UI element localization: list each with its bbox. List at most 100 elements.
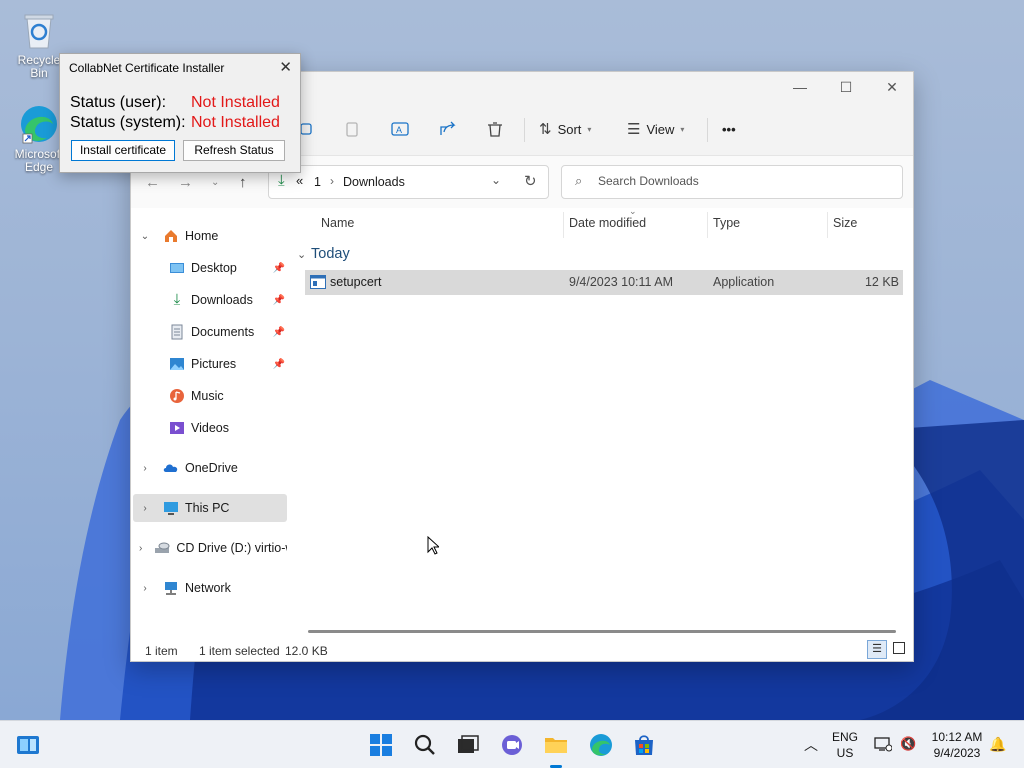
recycle-bin-icon bbox=[22, 10, 56, 50]
search-icon: ⌕ bbox=[575, 173, 583, 188]
pictures-folder-icon bbox=[169, 356, 185, 372]
column-divider[interactable] bbox=[707, 212, 708, 238]
task-view-icon[interactable] bbox=[456, 733, 480, 757]
start-button[interactable] bbox=[369, 733, 393, 757]
desktop-folder-icon bbox=[169, 260, 185, 276]
nav-item-pictures[interactable]: Pictures 📌 bbox=[133, 350, 287, 378]
chevron-right-icon[interactable]: › bbox=[139, 543, 142, 554]
chevron-right-icon[interactable]: › bbox=[139, 583, 151, 594]
cut-icon bbox=[300, 123, 312, 135]
nav-item-onedrive[interactable]: › OneDrive bbox=[133, 454, 287, 482]
back-arrow-icon[interactable]: ← bbox=[145, 174, 160, 191]
status-user-value: Not Installed bbox=[191, 94, 280, 111]
maximize-button[interactable]: ☐ bbox=[823, 76, 869, 100]
column-header-name[interactable]: Name bbox=[321, 216, 354, 230]
this-pc-icon bbox=[163, 500, 179, 516]
address-bar[interactable]: ⤓ « 1 › Downloads ⌄ ↻ bbox=[268, 165, 549, 199]
rename-button[interactable]: A bbox=[391, 115, 409, 143]
nav-item-music[interactable]: Music bbox=[133, 382, 287, 410]
nav-item-documents[interactable]: Documents 📌 bbox=[133, 318, 287, 346]
selection-count: 1 item selected bbox=[199, 644, 280, 658]
nav-item-home[interactable]: ⌄ Home bbox=[133, 222, 287, 250]
toolbar-divider bbox=[707, 118, 708, 142]
maximize-icon: ☐ bbox=[839, 79, 853, 95]
forward-arrow-icon[interactable]: → bbox=[178, 174, 193, 191]
microsoft-store-icon[interactable] bbox=[632, 733, 656, 757]
paste-button[interactable] bbox=[344, 115, 360, 143]
home-icon bbox=[163, 228, 179, 244]
more-options-button[interactable]: ••• bbox=[722, 115, 736, 143]
details-view-icon[interactable]: ☰ bbox=[867, 640, 887, 659]
volume-muted-icon[interactable]: 🔇 bbox=[900, 736, 916, 752]
up-arrow-icon[interactable]: ↑ bbox=[239, 174, 247, 191]
downloads-folder-icon: ⤓ bbox=[173, 291, 181, 308]
column-header-date[interactable]: Date modified bbox=[569, 216, 646, 230]
install-certificate-button[interactable]: Install certificate bbox=[71, 140, 175, 161]
nav-item-cd-drive[interactable]: › CD Drive (D:) virtio-win bbox=[133, 534, 287, 562]
widgets-icon[interactable] bbox=[16, 733, 40, 757]
group-collapse-chevron-icon[interactable]: ⌄ bbox=[297, 248, 306, 261]
search-box[interactable]: ⌕ bbox=[561, 165, 903, 199]
breadcrumb-overflow[interactable]: « bbox=[296, 173, 303, 188]
group-header[interactable]: Today bbox=[311, 246, 350, 262]
teams-chat-icon[interactable] bbox=[500, 733, 524, 757]
breadcrumb-item[interactable]: Downloads bbox=[343, 175, 405, 189]
cut-button[interactable] bbox=[299, 115, 315, 143]
tiles-view-icon[interactable] bbox=[893, 642, 905, 654]
music-folder-icon bbox=[169, 388, 185, 404]
input-language[interactable]: ENG US bbox=[830, 730, 860, 760]
application-file-icon bbox=[310, 275, 326, 289]
chevron-down-icon[interactable]: ⌄ bbox=[139, 231, 151, 242]
notifications-icon[interactable]: 🔔 bbox=[989, 736, 1006, 753]
dialog-close-icon[interactable]: ✕ bbox=[279, 58, 292, 76]
delete-button[interactable] bbox=[487, 115, 503, 143]
minimize-button[interactable]: — bbox=[777, 76, 823, 100]
recent-locations-chevron-icon[interactable]: ⌄ bbox=[211, 177, 219, 188]
search-icon[interactable] bbox=[413, 733, 437, 757]
file-row[interactable]: setupcert 9/4/2023 10:11 AM Application … bbox=[305, 270, 903, 295]
breadcrumb-item[interactable]: 1 bbox=[314, 175, 321, 189]
nav-item-label: Home bbox=[185, 229, 219, 243]
address-dropdown-chevron-icon[interactable]: ⌄ bbox=[491, 173, 501, 187]
nav-item-label: Pictures bbox=[191, 357, 237, 371]
nav-item-desktop[interactable]: Desktop 📌 bbox=[133, 254, 287, 282]
share-button[interactable] bbox=[439, 115, 457, 143]
column-divider[interactable] bbox=[827, 212, 828, 238]
onedrive-cloud-icon bbox=[163, 460, 179, 476]
share-icon bbox=[440, 121, 456, 135]
nav-item-downloads[interactable]: ⤓ Downloads 📌 bbox=[133, 286, 287, 314]
horizontal-scrollbar[interactable] bbox=[308, 630, 896, 633]
file-explorer-icon[interactable] bbox=[544, 733, 568, 757]
chevron-right-icon[interactable]: › bbox=[139, 503, 151, 514]
nav-item-label: Network bbox=[185, 581, 231, 595]
sort-button[interactable]: ⇅ Sort ▾ bbox=[539, 115, 591, 143]
column-header-type[interactable]: Type bbox=[713, 216, 740, 230]
refresh-icon[interactable]: ↻ bbox=[524, 172, 537, 190]
search-input[interactable] bbox=[598, 174, 888, 188]
nav-item-label: Documents bbox=[191, 325, 255, 339]
nav-item-videos[interactable]: Videos bbox=[133, 414, 287, 442]
pin-icon: 📌 bbox=[272, 358, 285, 370]
nav-item-label: Music bbox=[191, 389, 224, 403]
status-system-label: Status (system): bbox=[70, 114, 186, 131]
clock-time: 10:12 AM bbox=[931, 730, 983, 744]
edge-icon bbox=[19, 104, 59, 144]
pin-icon: 📌 bbox=[272, 262, 285, 274]
file-type: Application bbox=[713, 275, 775, 289]
chevron-right-icon[interactable]: › bbox=[139, 463, 151, 474]
show-hidden-icons-chevron-icon[interactable]: ︿ bbox=[804, 735, 818, 755]
column-header-size[interactable]: Size bbox=[833, 216, 857, 230]
network-status-icon[interactable] bbox=[874, 736, 893, 755]
clock[interactable]: 10:12 AM 9/4/2023 bbox=[926, 730, 988, 760]
close-button[interactable]: ✕ bbox=[869, 76, 915, 100]
view-button[interactable]: ☰ View ▾ bbox=[627, 115, 684, 143]
pin-icon: 📌 bbox=[272, 326, 285, 338]
column-divider[interactable] bbox=[563, 212, 564, 238]
taskbar: ︿ ENG US 🔇 10:12 AM 9/4/2023 🔔 bbox=[0, 720, 1024, 768]
nav-item-network[interactable]: › Network bbox=[133, 574, 287, 602]
chevron-down-icon: ▾ bbox=[587, 124, 592, 134]
toolbar-divider bbox=[524, 118, 525, 142]
edge-icon[interactable] bbox=[589, 733, 613, 757]
nav-item-this-pc[interactable]: › This PC bbox=[133, 494, 287, 522]
refresh-status-button[interactable]: Refresh Status bbox=[183, 140, 285, 161]
